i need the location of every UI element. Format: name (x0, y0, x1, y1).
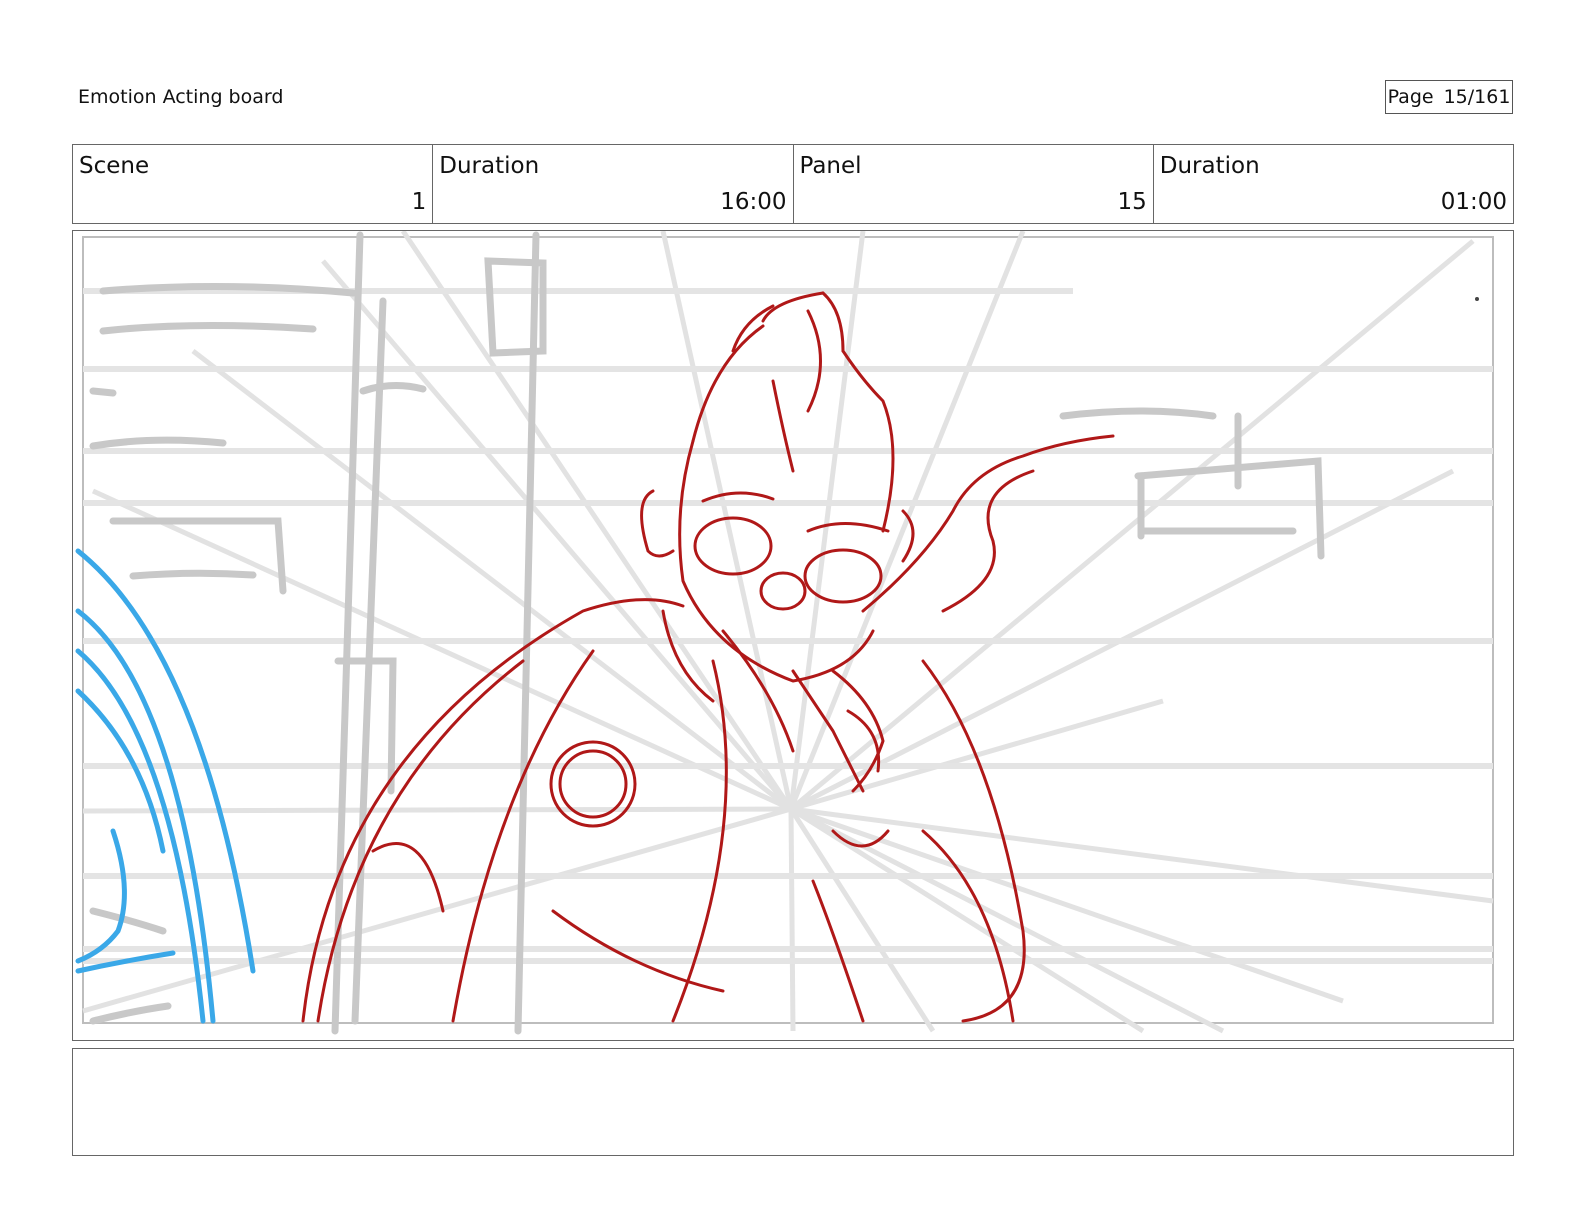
notes-box (72, 1048, 1514, 1156)
scene-duration-cell: Duration 16:00 (433, 145, 794, 223)
perspective-lines (82, 231, 1494, 1034)
page-number: 15/161 (1443, 86, 1511, 108)
scene-duration-label: Duration (439, 153, 540, 179)
panel-label: Panel (799, 153, 862, 179)
panel-duration-cell: Duration 01:00 (1154, 145, 1513, 223)
panel-cell: Panel 15 (794, 145, 1154, 223)
document-title: Emotion Acting board (78, 86, 284, 108)
scene-duration-value: 16:00 (720, 189, 787, 215)
storyboard-frame (72, 230, 1514, 1041)
page-label: Page (1387, 86, 1434, 108)
panel-value: 15 (1117, 189, 1147, 215)
panel-duration-value: 01:00 (1440, 189, 1507, 215)
panel-duration-label: Duration (1159, 153, 1260, 179)
info-table: Scene 1 Duration 16:00 Panel 15 Duration… (72, 144, 1514, 224)
scene-value: 1 (411, 189, 427, 215)
horizon-guides (83, 288, 1493, 964)
storyboard-sketch (75, 231, 1494, 1035)
scene-label: Scene (79, 153, 150, 179)
scene-cell: Scene 1 (73, 145, 434, 223)
page-indicator: Page 15/161 (1385, 80, 1513, 114)
